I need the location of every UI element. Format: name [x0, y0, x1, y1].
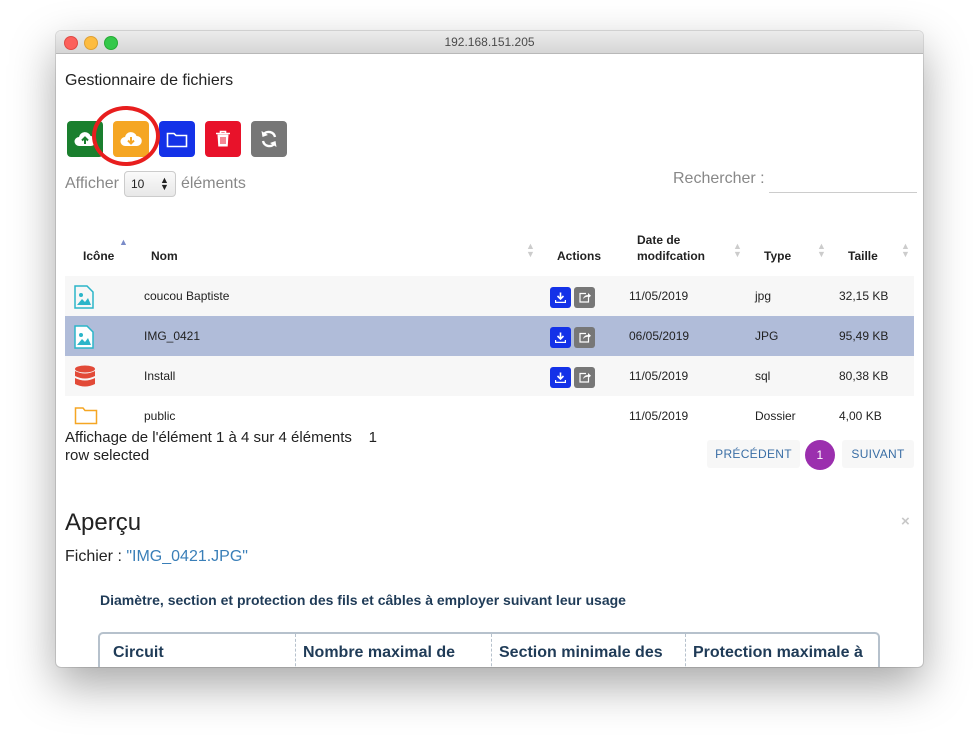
search-input[interactable] [769, 166, 917, 193]
share-icon [578, 372, 591, 383]
preview-file-prefix: Fichier : [65, 548, 127, 565]
file-size: 4,00 KB [839, 409, 882, 423]
document-column-header: Section minimale des [499, 644, 663, 661]
share-file-button[interactable] [574, 327, 595, 348]
folder-icon [166, 132, 188, 147]
pagination-next[interactable]: SUIVANT [842, 440, 914, 468]
image-file-icon [74, 325, 94, 349]
file-name: Install [144, 369, 176, 383]
table-row[interactable]: IMG_0421 06/05/2019 JPG 95,49 KB [65, 316, 914, 356]
file-name: public [144, 409, 176, 423]
cloud-download-icon [120, 132, 142, 146]
column-header-type[interactable]: Type [764, 249, 791, 263]
column-header-size[interactable]: Taille [848, 249, 878, 263]
file-date: 06/05/2019 [629, 329, 690, 343]
share-icon [578, 292, 591, 303]
column-header-icon[interactable]: Icône [83, 249, 114, 263]
page-title: Gestionnaire de fichiers [65, 72, 234, 89]
sort-icon: ▲ ▼ [901, 241, 910, 259]
refresh-button[interactable] [251, 121, 287, 157]
column-header-actions: Actions [557, 249, 602, 263]
column-header-date-line2[interactable]: modifcation [637, 249, 705, 263]
sort-asc-icon: ▲ [119, 237, 128, 247]
pagination-previous[interactable]: PRÉCÉDENT [707, 440, 800, 468]
preview-file-link[interactable]: "IMG_0421.JPG" [126, 548, 248, 565]
download-file-button[interactable] [550, 287, 571, 308]
database-icon [75, 365, 95, 387]
download-icon [555, 292, 566, 303]
window-title: 192.168.151.205 [444, 35, 535, 49]
document-table: Circuit Nombre maximal de Section minima… [98, 632, 880, 667]
select-arrows-icon: ▲ ▼ [160, 175, 169, 192]
delete-button[interactable] [205, 121, 241, 157]
share-file-button[interactable] [574, 367, 595, 388]
image-file-icon [74, 285, 94, 309]
title-bar: 192.168.151.205 [56, 31, 923, 54]
document-column-divider [685, 634, 686, 667]
file-size: 80,38 KB [839, 369, 889, 383]
document-heading: Diamètre, section et protection des fils… [100, 592, 626, 608]
page-content: Gestionnaire de fichiers Afficher 10 ▲ ▼ … [56, 54, 923, 667]
file-type: jpg [755, 289, 772, 303]
share-file-button[interactable] [574, 287, 595, 308]
download-icon [555, 372, 566, 383]
file-size: 32,15 KB [839, 289, 889, 303]
page-length-select[interactable]: 10 ▲ ▼ [123, 171, 176, 197]
table-info-line2: row selected [65, 447, 150, 464]
folder-outline-icon [74, 407, 98, 425]
file-type: JPG [755, 329, 779, 343]
table-header: Icône ▲ Nom ▲ ▼ Actions Date de modifcati… [65, 210, 914, 276]
file-type: sql [755, 369, 771, 383]
table-info: Affichage de l'élément 1 à 4 sur 4 éléme… [65, 429, 425, 465]
file-type: Dossier [755, 409, 796, 423]
file-table-body: coucou Baptiste 11/05/2019 jpg 32,15 KB … [65, 276, 914, 436]
table-row[interactable]: Install 11/05/2019 sql 80,38 KB [65, 356, 914, 396]
file-date: 11/05/2019 [629, 289, 689, 303]
file-date: 11/05/2019 [629, 369, 689, 383]
download-button[interactable] [113, 121, 149, 157]
document-column-divider [491, 634, 492, 667]
file-date: 11/05/2019 [629, 409, 689, 423]
close-preview-button[interactable]: × [901, 513, 910, 530]
page-length-prefix: Afficher [65, 175, 119, 192]
sort-icon: ▲ ▼ [733, 241, 742, 259]
share-icon [578, 332, 591, 343]
upload-button[interactable] [67, 121, 103, 157]
page-length-control: Afficher 10 ▲ ▼ éléments [65, 171, 246, 197]
new-folder-button[interactable] [159, 121, 195, 157]
sort-icon: ▲ ▼ [817, 241, 826, 259]
page-length-suffix: éléments [180, 175, 246, 192]
browser-window: 192.168.151.205 Gestionnaire de fichiers… [56, 31, 923, 667]
download-icon [555, 332, 566, 343]
download-file-button[interactable] [550, 367, 571, 388]
cloud-upload-icon [74, 132, 96, 146]
sort-icon: ▲ ▼ [526, 241, 535, 259]
trash-icon [216, 130, 230, 147]
document-column-header: Circuit [113, 644, 164, 661]
refresh-icon [261, 130, 277, 148]
search-label: Rechercher : [673, 170, 765, 187]
file-size: 95,49 KB [839, 329, 889, 343]
column-header-date-line1[interactable]: Date de [637, 233, 680, 247]
preview-file-label: Fichier : "IMG_0421.JPG" [65, 548, 248, 566]
file-name: IMG_0421 [144, 329, 201, 343]
pagination-page-1[interactable]: 1 [805, 440, 835, 470]
document-column-divider [295, 634, 296, 667]
download-file-button[interactable] [550, 327, 571, 348]
page-length-value: 10 [130, 177, 145, 191]
column-header-name[interactable]: Nom [151, 249, 178, 263]
table-row[interactable]: coucou Baptiste 11/05/2019 jpg 32,15 KB [65, 276, 914, 316]
document-column-header: Nombre maximal de [303, 644, 456, 661]
table-info-line1: Affichage de l'élément 1 à 4 sur 4 éléme… [65, 429, 377, 446]
file-name: coucou Baptiste [144, 289, 230, 303]
document-column-header: Protection maximale à [693, 644, 863, 661]
preview-title: Aperçu [65, 509, 142, 536]
